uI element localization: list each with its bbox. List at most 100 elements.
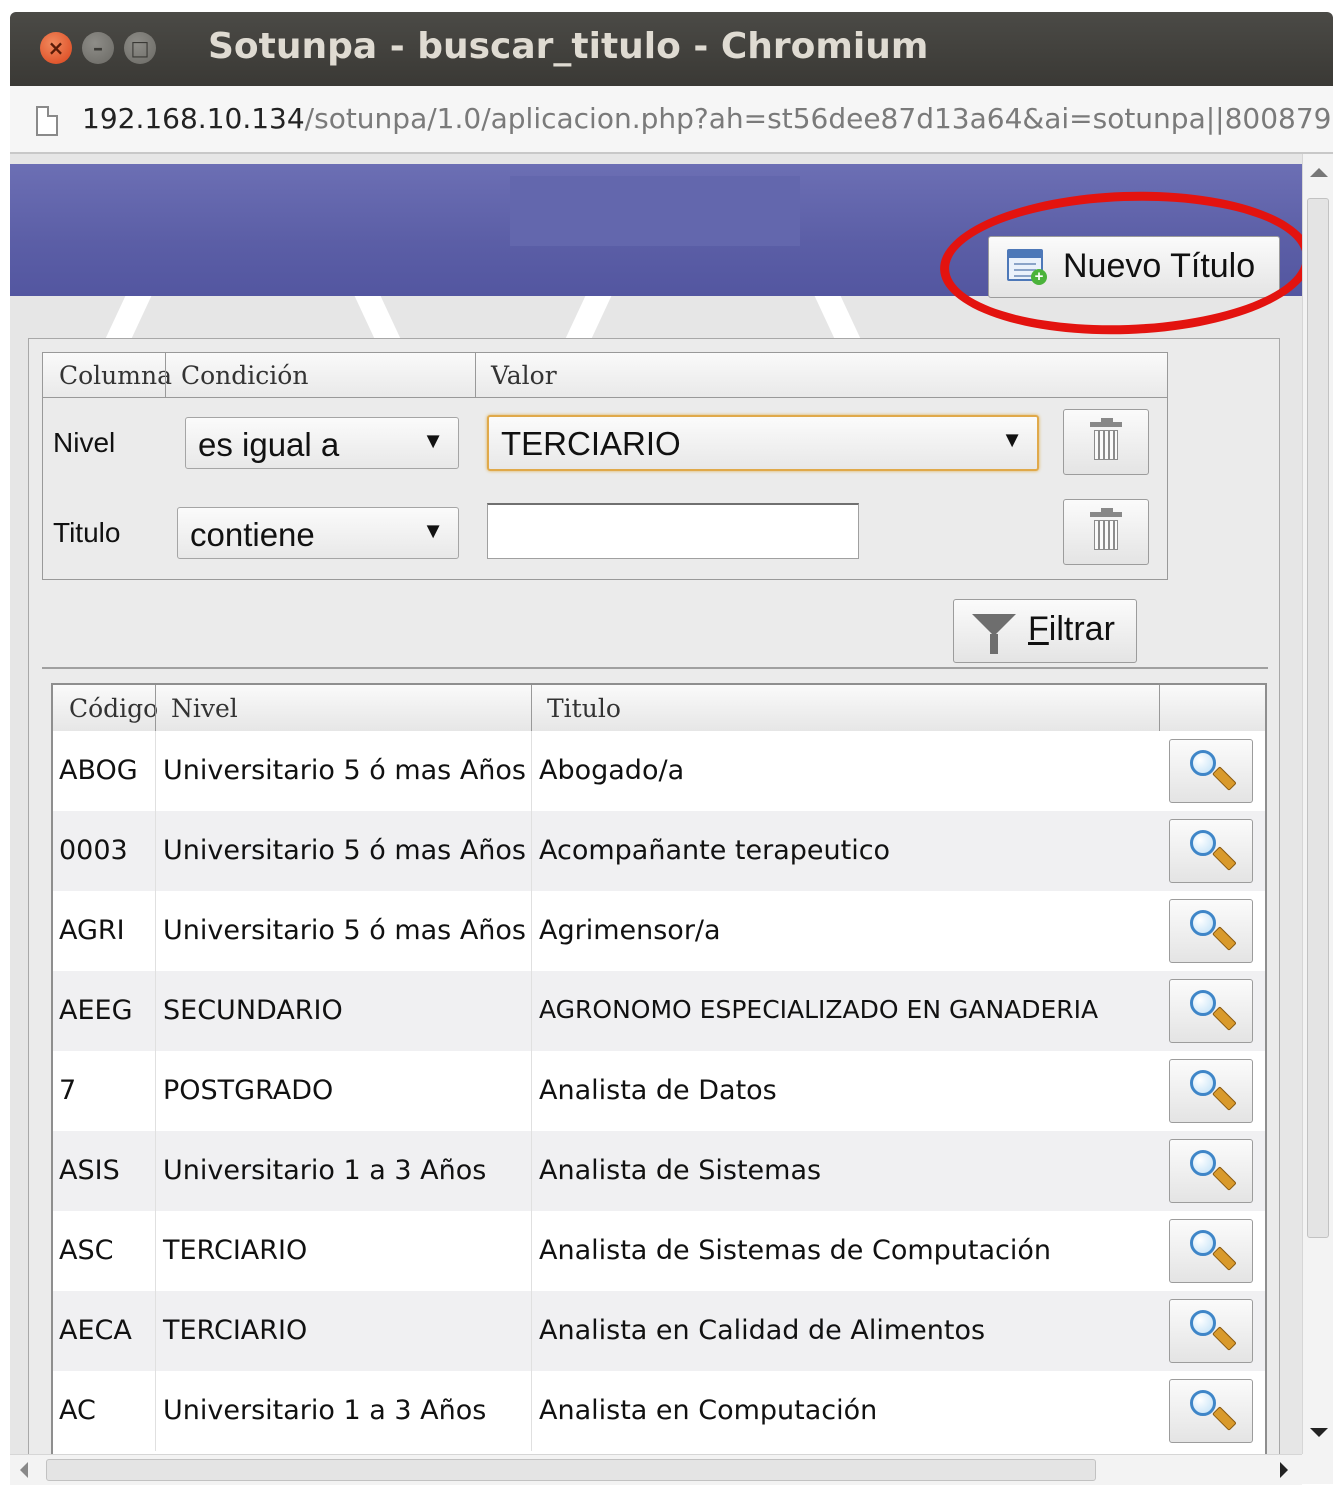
results-table: Código Nivel Titulo ABOG Universitario 5… <box>51 683 1267 1454</box>
vertical-scroll-thumb[interactable] <box>1307 198 1329 1238</box>
cell-nivel: SECUNDARIO <box>163 995 343 1026</box>
cell-codigo: AECA <box>59 1315 132 1346</box>
table-row[interactable]: ASC TERCIARIO Analista de Sistemas de Co… <box>53 1211 1265 1291</box>
filter-funnel-icon <box>972 614 1016 636</box>
scroll-right-arrow-icon[interactable] <box>1280 1462 1288 1478</box>
chevron-down-icon: ▼ <box>422 428 444 453</box>
address-bar[interactable]: 192.168.10.134/sotunpa/1.0/aplicacion.ph… <box>10 86 1333 154</box>
page-icon <box>36 106 58 136</box>
cell-nivel: Universitario 1 a 3 Años <box>163 1395 487 1426</box>
filter-col-columna: Columna <box>59 361 172 390</box>
view-row-button[interactable] <box>1169 739 1253 803</box>
filter-row-label-titulo: Titulo <box>53 517 121 548</box>
view-row-button[interactable] <box>1169 1059 1253 1123</box>
horizontal-scroll-thumb[interactable] <box>46 1459 1096 1481</box>
table-row[interactable]: ABOG Universitario 5 ó mas Años Abogado/… <box>53 731 1265 811</box>
cell-titulo: Analista de Datos <box>539 1075 777 1106</box>
trash-icon <box>1090 508 1122 552</box>
nivel-value-select[interactable]: TERCIARIO ▼ <box>487 415 1039 471</box>
app-header: + Nuevo Título <box>10 164 1302 341</box>
url-host: 192.168.10.134 <box>82 102 305 135</box>
filter-col-valor: Valor <box>491 361 557 390</box>
col-header-titulo[interactable]: Titulo <box>547 694 621 723</box>
view-row-button[interactable] <box>1169 1139 1253 1203</box>
cell-titulo: Analista en Calidad de Alimentos <box>539 1315 986 1346</box>
nivel-condition-value: es igual a <box>198 426 340 463</box>
cell-titulo: Acompañante terapeutico <box>539 835 891 866</box>
col-header-codigo[interactable]: Código <box>69 694 158 723</box>
scroll-left-arrow-icon[interactable] <box>20 1462 28 1478</box>
cell-codigo: ASC <box>59 1235 114 1266</box>
divider <box>42 667 1268 669</box>
vertical-scrollbar[interactable] <box>1302 154 1333 1454</box>
cell-titulo: Analista de Sistemas <box>539 1155 822 1186</box>
view-row-button[interactable] <box>1169 979 1253 1043</box>
view-row-button[interactable] <box>1169 1379 1253 1443</box>
table-row[interactable]: ASIS Universitario 1 a 3 Años Analista d… <box>53 1131 1265 1211</box>
cell-titulo: AGRONOMO ESPECIALIZADO EN GANADERIA <box>539 995 1099 1024</box>
cell-codigo: ASIS <box>59 1155 120 1186</box>
cell-titulo: Agrimensor/a <box>539 915 721 946</box>
cell-titulo: Analista de Sistemas de Computación <box>539 1235 1052 1266</box>
cell-codigo: ABOG <box>59 755 138 786</box>
nivel-value-text: TERCIARIO <box>501 425 681 462</box>
chevron-down-icon: ▼ <box>1001 427 1023 452</box>
cell-nivel: Universitario 1 a 3 Años <box>163 1155 487 1186</box>
window-titlebar: × – □ Sotunpa - buscar_titulo - Chromium <box>10 12 1333 86</box>
table-row[interactable]: AC Universitario 1 a 3 Años Analista en … <box>53 1371 1265 1451</box>
cell-nivel: TERCIARIO <box>163 1235 308 1266</box>
horizontal-scrollbar[interactable] <box>10 1454 1302 1485</box>
filtrar-button[interactable]: Filtrar <box>953 599 1137 663</box>
view-row-button[interactable] <box>1169 899 1253 963</box>
remove-titulo-filter-button[interactable] <box>1063 499 1149 565</box>
filter-header: Columna Condición Valor <box>43 353 1167 398</box>
cell-codigo: AEEG <box>59 995 133 1026</box>
cell-nivel: POSTGRADO <box>163 1075 334 1106</box>
cell-nivel: Universitario 5 ó mas Años <box>163 835 526 866</box>
cell-titulo: Abogado/a <box>539 755 685 786</box>
table-row[interactable]: 7 POSTGRADO Analista de Datos <box>53 1051 1265 1131</box>
page-viewport: + Nuevo Título Columna Condición Valor N… <box>10 154 1302 1454</box>
url-text[interactable]: 192.168.10.134/sotunpa/1.0/aplicacion.ph… <box>82 102 1333 135</box>
table-row[interactable]: AEEG SECUNDARIO AGRONOMO ESPECIALIZADO E… <box>53 971 1265 1051</box>
url-path: /sotunpa/1.0/aplicacion.php?ah=st56dee87… <box>304 102 1333 135</box>
chevron-down-icon: ▼ <box>422 518 444 543</box>
view-row-button[interactable] <box>1169 1219 1253 1283</box>
view-row-button[interactable] <box>1169 819 1253 883</box>
table-row[interactable]: AECA TERCIARIO Analista en Calidad de Al… <box>53 1291 1265 1371</box>
scroll-up-arrow-icon[interactable] <box>1310 168 1328 177</box>
filter-box: Columna Condición Valor Nivel es igual a… <box>42 352 1168 580</box>
table-row[interactable]: AGRI Universitario 5 ó mas Años Agrimens… <box>53 891 1265 971</box>
window-maximize-button[interactable]: □ <box>124 32 156 64</box>
cell-nivel: Universitario 5 ó mas Años <box>163 755 526 786</box>
cell-codigo: AC <box>59 1395 96 1426</box>
table-header: Código Nivel Titulo <box>53 685 1265 732</box>
nivel-condition-select[interactable]: es igual a ▼ <box>185 417 459 469</box>
red-annotation-circle <box>937 185 1302 341</box>
view-row-button[interactable] <box>1169 1299 1253 1363</box>
header-highlight <box>510 176 800 246</box>
col-header-nivel[interactable]: Nivel <box>171 694 238 723</box>
cell-nivel: TERCIARIO <box>163 1315 308 1346</box>
window-title: Sotunpa - buscar_titulo - Chromium <box>208 26 929 67</box>
trash-icon <box>1090 418 1122 462</box>
scroll-down-arrow-icon[interactable] <box>1310 1428 1328 1437</box>
filter-col-condicion: Condición <box>181 361 309 390</box>
filtrar-label: Filtrar <box>1028 610 1115 648</box>
cell-codigo: AGRI <box>59 915 125 946</box>
cell-titulo: Analista en Computación <box>539 1395 878 1426</box>
cell-codigo: 0003 <box>59 835 128 866</box>
cell-nivel: Universitario 5 ó mas Años <box>163 915 526 946</box>
scrollbar-corner <box>1302 1454 1333 1484</box>
titulo-value-input[interactable] <box>487 503 859 559</box>
table-row[interactable]: 0003 Universitario 5 ó mas Años Acompaña… <box>53 811 1265 891</box>
titulo-condition-select[interactable]: contiene ▼ <box>177 507 459 559</box>
search-panel: Columna Condición Valor Nivel es igual a… <box>28 338 1280 1454</box>
cell-codigo: 7 <box>59 1075 77 1106</box>
filter-row-label-nivel: Nivel <box>53 427 116 458</box>
table-body: ABOG Universitario 5 ó mas Años Abogado/… <box>53 731 1265 1454</box>
window-close-button[interactable]: × <box>40 32 72 64</box>
remove-nivel-filter-button[interactable] <box>1063 409 1149 475</box>
window-minimize-button[interactable]: – <box>82 32 114 64</box>
titulo-condition-value: contiene <box>190 516 315 553</box>
